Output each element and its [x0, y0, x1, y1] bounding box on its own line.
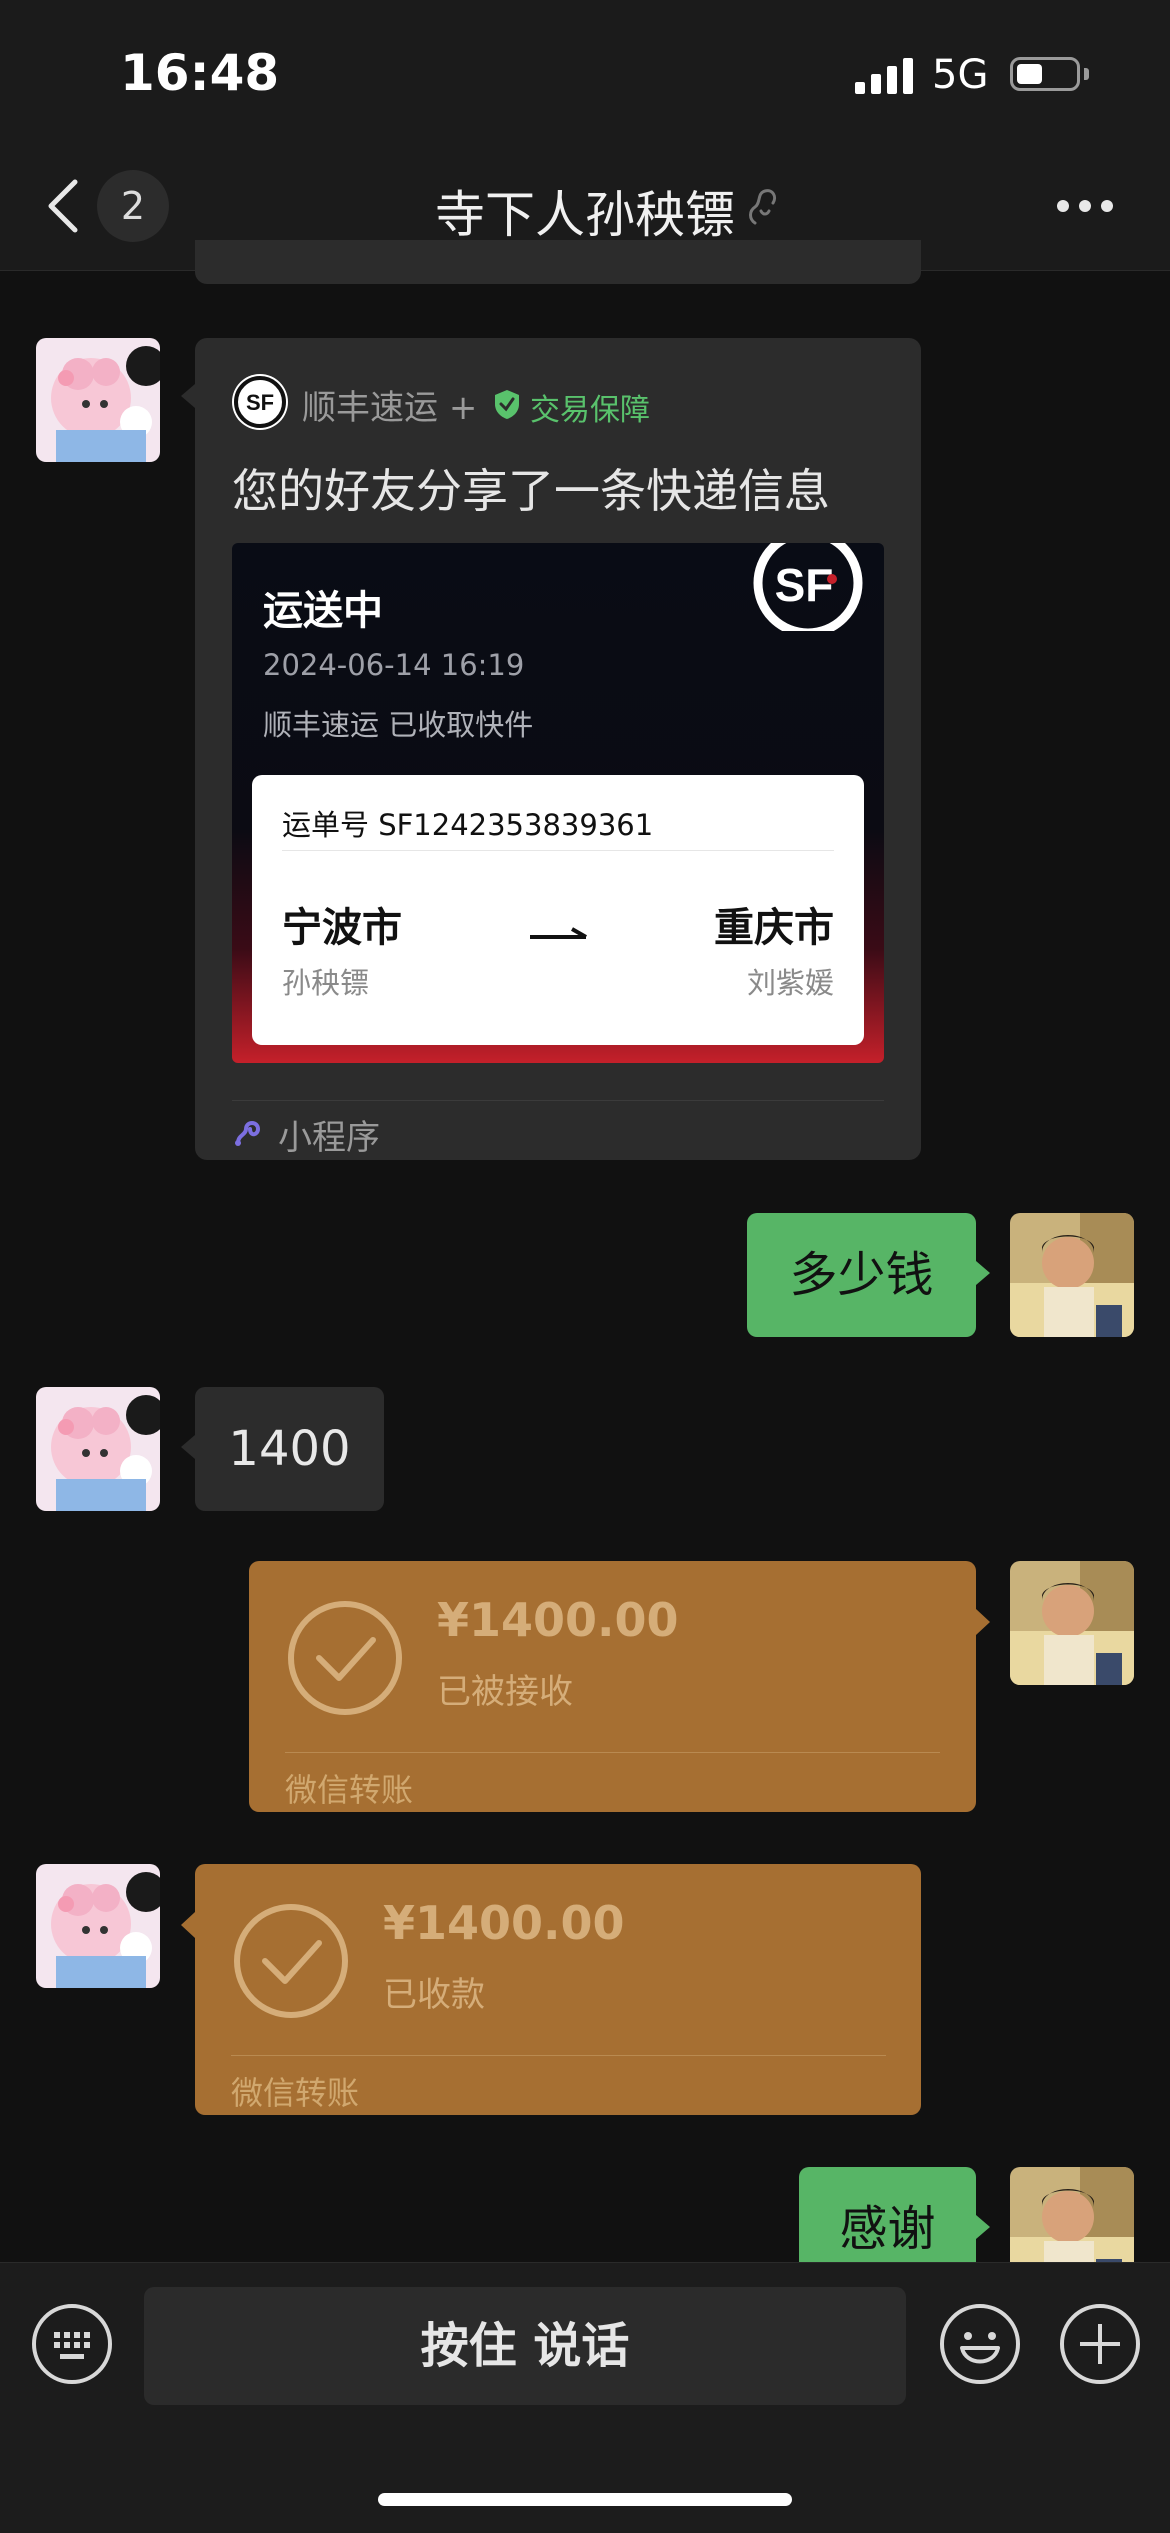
battery-level [1017, 64, 1042, 84]
sf-logo-icon: SF [232, 374, 288, 430]
shield-check-icon [495, 390, 519, 419]
battery-icon [1010, 57, 1080, 91]
network-type: 5G [932, 52, 989, 98]
sf-brand-name: 顺丰速运 + [302, 388, 478, 428]
previous-message-edge[interactable] [195, 240, 921, 284]
sf-watermark-text: SF [775, 559, 834, 611]
origin-city: 宁波市 [282, 905, 402, 951]
route-arrow-icon [530, 927, 587, 939]
transfer-footer: 微信转账 [231, 2074, 360, 2112]
check-circle-icon [234, 1904, 348, 2018]
mini-program-icon [235, 1121, 261, 1146]
incoming-message[interactable]: 1400 [195, 1387, 384, 1511]
outgoing-message[interactable]: 多少钱 [747, 1213, 976, 1337]
friend-avatar[interactable] [36, 1864, 160, 1988]
chat-title[interactable]: 寺下人孙秧镖 [0, 175, 1170, 247]
waybill-number: 运单号 SF1242353839361 [282, 808, 654, 842]
divider [232, 1100, 884, 1101]
status-time: 16:48 [120, 44, 280, 102]
divider [285, 1752, 940, 1753]
sender-name: 孙秧镖 [282, 966, 370, 1000]
my-avatar[interactable] [1010, 1561, 1134, 1685]
transfer-status: 已被接收 [437, 1672, 573, 1712]
more-icon[interactable] [1055, 198, 1115, 214]
check-circle-icon [288, 1601, 402, 1715]
mute-icon [749, 189, 777, 225]
bubble-tail [976, 1261, 990, 1285]
home-indicator[interactable] [378, 2493, 792, 2506]
signal-icon [855, 58, 913, 94]
friend-avatar[interactable] [36, 1387, 160, 1511]
divider [282, 850, 834, 851]
transfer-status: 已收款 [383, 1975, 485, 2015]
friend-avatar[interactable] [36, 338, 160, 462]
hold-to-talk-button[interactable]: 按住 说话 [144, 2287, 906, 2405]
my-avatar[interactable] [1010, 1213, 1134, 1337]
bubble-tail [181, 384, 195, 408]
divider [231, 2055, 886, 2056]
transfer-footer: 微信转账 [285, 1771, 414, 1809]
bubble-tail [181, 1912, 195, 1938]
guarantee-label: 交易保障 [530, 393, 650, 428]
card-title: 您的好友分享了一条快递信息 [232, 464, 830, 518]
transfer-amount: ¥1400.00 [437, 1593, 679, 1647]
bubble-tail [181, 1435, 195, 1459]
recipient-name: 刘紫媛 [746, 966, 834, 1000]
tracking-status: 运送中 [263, 588, 383, 634]
keyboard-icon[interactable] [30, 2302, 114, 2386]
sf-watermark-logo: SF [753, 543, 863, 631]
mini-program-label: 小程序 [278, 1118, 380, 1158]
destination-city: 重庆市 [714, 905, 834, 951]
bubble-tail [976, 2215, 990, 2239]
emoji-icon[interactable] [938, 2302, 1022, 2386]
tracking-time: 2024-06-14 16:19 [263, 648, 525, 682]
sf-logo-text: SF [246, 390, 274, 415]
tracking-event: 顺丰速运 已收取快件 [263, 708, 534, 742]
plus-icon[interactable] [1058, 2302, 1142, 2386]
battery-tip [1084, 68, 1089, 80]
transfer-amount: ¥1400.00 [383, 1896, 625, 1950]
bubble-tail [976, 1609, 990, 1635]
